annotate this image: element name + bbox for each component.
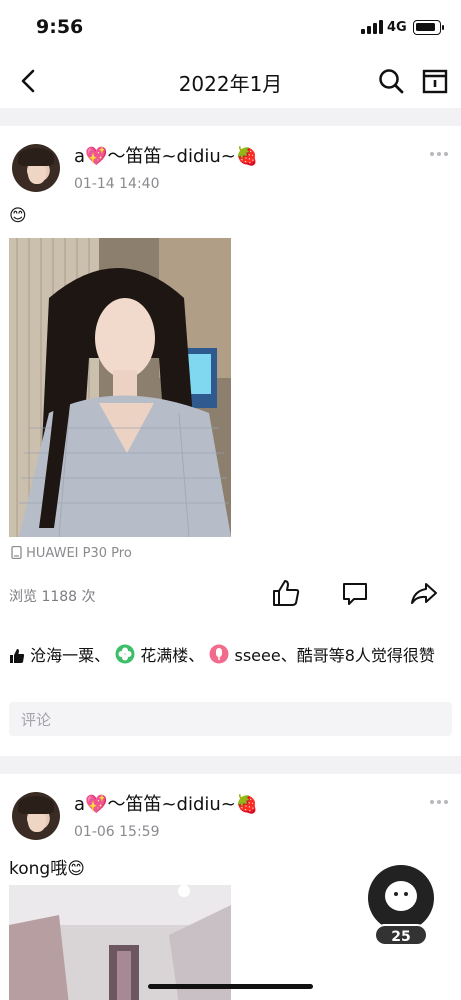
- username[interactable]: a💖～笛笛~didiu~🍓: [74, 142, 258, 168]
- post-text: kong哦😊: [9, 859, 85, 879]
- liker-name[interactable]: 沧海一粟、: [30, 646, 110, 665]
- thumbs-up-icon: [9, 646, 25, 665]
- device-label: HUAWEI P30 Pro: [11, 546, 132, 561]
- floating-count-badge: 25: [374, 924, 428, 946]
- floating-assistant-button[interactable]: [368, 865, 434, 931]
- microphone-icon: [209, 644, 229, 665]
- section-divider: [0, 756, 461, 774]
- avatar[interactable]: [12, 144, 60, 192]
- liker-name[interactable]: sseee、酷哥等8人觉得很赞: [235, 646, 435, 665]
- status-time: 9:56: [36, 16, 84, 38]
- liker-name[interactable]: 花满楼、: [140, 646, 204, 665]
- phone-icon: [11, 546, 22, 561]
- more-options-icon[interactable]: [430, 152, 452, 158]
- network-type: 4G: [387, 20, 407, 35]
- post-timestamp: 01-14 14:40: [74, 176, 160, 192]
- smiley-face-icon: [385, 881, 417, 911]
- search-icon[interactable]: [376, 66, 406, 96]
- post-timestamp: 01-06 15:59: [74, 824, 160, 840]
- post-photo[interactable]: [9, 885, 231, 1000]
- like-icon[interactable]: [271, 578, 301, 608]
- share-icon[interactable]: [409, 578, 439, 608]
- likes-summary: 沧海一粟、 花满楼、 sseee、酷哥等8人觉得很赞: [9, 644, 449, 668]
- status-bar: 9:56 4G: [0, 0, 461, 56]
- post-photo[interactable]: [9, 238, 231, 537]
- comment-input[interactable]: 评论: [9, 702, 452, 736]
- post-text: 😊: [9, 206, 27, 226]
- device-name: HUAWEI P30 Pro: [26, 546, 132, 561]
- avatar[interactable]: [12, 792, 60, 840]
- section-divider: [0, 108, 461, 126]
- more-options-icon[interactable]: [430, 800, 452, 806]
- battery-icon: [413, 20, 444, 35]
- comment-placeholder: 评论: [21, 711, 52, 729]
- username[interactable]: a💖～笛笛~didiu~🍓: [74, 790, 258, 816]
- view-count: 浏览 1188 次: [9, 589, 96, 605]
- signal-icon: [361, 20, 383, 34]
- nav-bar: 2022年1月: [0, 56, 461, 108]
- clover-icon: [115, 644, 135, 665]
- calendar-icon[interactable]: [421, 66, 449, 96]
- moment-post: a💖～笛笛~didiu~🍓 01-14 14:40 😊 HUAWEI P30 P…: [0, 126, 461, 756]
- comment-icon[interactable]: [340, 578, 370, 608]
- home-indicator[interactable]: [148, 984, 313, 989]
